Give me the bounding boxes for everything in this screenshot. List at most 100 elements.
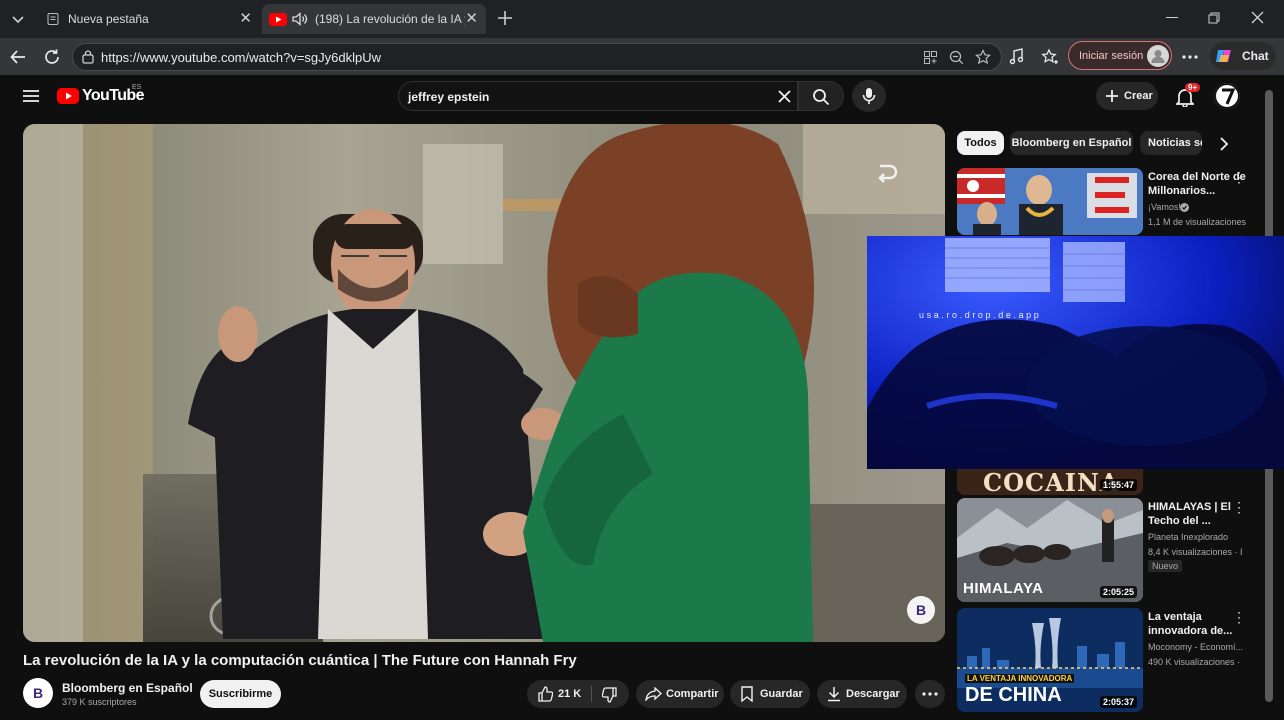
tab-youtube[interactable]: (198) La revolución de la IA y l ✕ xyxy=(262,4,486,34)
video-duration: 1:55:47 xyxy=(1099,479,1137,491)
download-icon xyxy=(828,687,840,702)
video-duration: 2:05:25 xyxy=(1099,586,1137,598)
profile-avatar-icon xyxy=(1147,45,1169,67)
hamburger-menu-icon[interactable] xyxy=(23,89,39,103)
sidebar-more-icon[interactable]: ⋮ xyxy=(1232,499,1246,516)
like-button[interactable]: 21 K xyxy=(527,680,589,708)
channel-avatar[interactable]: B xyxy=(23,678,53,708)
minimize-button[interactable] xyxy=(1166,17,1178,18)
floating-video-overlay[interactable]: usa.ro.drop.de.app xyxy=(867,236,1284,469)
sidebar-views: 1,1 M de visualizaciones xyxy=(1148,217,1246,227)
tab-new-tab[interactable]: Nueva pestaña ✕ xyxy=(36,4,260,34)
sidebar-more-icon[interactable]: ⋮ xyxy=(1232,609,1246,626)
notifications-button[interactable]: 9+ xyxy=(1172,83,1201,110)
favorite-star-icon[interactable] xyxy=(975,49,991,65)
clear-search-icon[interactable] xyxy=(778,90,791,103)
chevron-right-icon[interactable] xyxy=(1218,137,1230,151)
account-avatar[interactable] xyxy=(1214,83,1240,109)
sidebar-more-icon[interactable]: ⋮ xyxy=(1232,169,1246,186)
thumbnail-text: HIMALAYA xyxy=(963,580,1044,597)
chip-bloomberg[interactable]: Bloomberg en Español xyxy=(1010,131,1133,155)
video-player[interactable]: B xyxy=(23,124,945,642)
pip-scene xyxy=(867,236,1284,469)
url-text: https://www.youtube.com/watch?v=sgJy6dkl… xyxy=(101,50,381,65)
share-arrow-icon xyxy=(645,687,662,701)
tab-list-dropdown[interactable] xyxy=(10,11,26,27)
zoom-out-icon[interactable] xyxy=(949,50,964,65)
app-available-icon[interactable] xyxy=(923,50,938,65)
notification-count-badge: 9+ xyxy=(1185,83,1201,92)
search-button[interactable] xyxy=(798,81,844,111)
more-actions-button[interactable] xyxy=(915,680,945,708)
save-button[interactable]: Guardar xyxy=(730,680,810,708)
sidebar-channel[interactable]: Planeta Inexplorado xyxy=(1148,532,1246,542)
youtube-masthead: YouTube ES jeffrey epstein Crear 9+ xyxy=(0,76,1284,122)
pip-caption: usa.ro.drop.de.app xyxy=(919,310,1042,320)
chevron-down-icon xyxy=(12,16,24,24)
site-info-icon[interactable] xyxy=(81,50,95,64)
search-query: jeffrey epstein xyxy=(408,90,490,104)
chip-todos[interactable]: Todos xyxy=(957,131,1004,155)
tab-bar: Nueva pestaña ✕ (198) La revolución de l… xyxy=(0,0,1284,38)
restore-icon xyxy=(1208,12,1220,24)
chip-label: Bloomberg en Español xyxy=(1011,137,1132,149)
channel-watermark[interactable]: B xyxy=(907,596,935,624)
youtube-play-icon xyxy=(57,88,79,104)
page-icon xyxy=(47,13,59,25)
more-menu-icon[interactable] xyxy=(1182,55,1198,59)
video-frame-scene xyxy=(23,124,945,642)
youtube-logo[interactable]: YouTube ES xyxy=(57,84,147,108)
thumbs-up-icon xyxy=(538,686,553,702)
sign-in-label: Iniciar sesión xyxy=(1079,50,1144,62)
like-dislike-group: 21 K xyxy=(527,680,629,708)
media-control-icon[interactable] xyxy=(1008,48,1026,66)
thumbnail-art xyxy=(957,168,1143,235)
video-duration: 2:05:37 xyxy=(1099,696,1137,708)
microphone-icon xyxy=(862,88,876,104)
replay-arrow-icon[interactable] xyxy=(874,160,902,188)
sidebar-thumbnail[interactable]: LA VENTAJA INNOVADORA DE CHINA 2:05:37 xyxy=(957,608,1143,712)
speaker-icon[interactable] xyxy=(291,11,309,27)
dislike-button[interactable] xyxy=(593,680,629,708)
tab-label: (198) La revolución de la IA y l xyxy=(315,12,465,26)
share-button[interactable]: Compartir xyxy=(636,680,724,708)
copilot-chat-button[interactable]: Chat xyxy=(1210,42,1276,70)
create-button[interactable]: Crear xyxy=(1096,82,1158,110)
tab-label: Nueva pestaña xyxy=(68,12,149,26)
new-badge: Nuevo xyxy=(1148,560,1183,572)
back-icon[interactable] xyxy=(9,48,27,66)
sidebar-thumbnail[interactable]: HIMALAYA 2:05:25 xyxy=(957,498,1143,602)
download-button[interactable]: Descargar xyxy=(817,680,907,708)
reload-icon[interactable] xyxy=(43,48,61,66)
favorites-icon[interactable] xyxy=(1041,48,1059,66)
url-bar[interactable]: https://www.youtube.com/watch?v=sgJy6dkl… xyxy=(72,43,1002,71)
restore-button[interactable] xyxy=(1208,12,1220,24)
more-horizontal-icon xyxy=(922,692,938,696)
thumbs-down-icon xyxy=(602,687,617,703)
subscribe-label: Suscribirme xyxy=(208,688,273,700)
sidebar-channel[interactable]: Moconomy - Economí... xyxy=(1148,642,1246,652)
close-tab-icon[interactable]: ✕ xyxy=(239,11,252,27)
chip-label: Todos xyxy=(964,137,997,149)
search-icon xyxy=(813,89,830,106)
close-tab-icon[interactable]: ✕ xyxy=(465,11,478,27)
sign-in-button[interactable]: Iniciar sesión xyxy=(1068,41,1172,70)
bookmark-icon xyxy=(741,686,753,702)
create-label: Crear xyxy=(1124,90,1153,102)
sidebar-views: 8,4 K visualizaciones · I xyxy=(1148,547,1243,557)
sidebar-channel[interactable]: ¡Vamos! xyxy=(1148,202,1246,212)
subscribe-button[interactable]: Suscribirme xyxy=(200,680,281,708)
sidebar-views: 490 K visualizaciones · xyxy=(1148,657,1241,667)
chip-noticias[interactable]: Noticias sc xyxy=(1140,131,1202,155)
download-label: Descargar xyxy=(846,688,900,700)
plus-icon xyxy=(1106,90,1118,102)
voice-search-button[interactable] xyxy=(852,80,886,112)
divider xyxy=(591,686,592,702)
account-logo-icon xyxy=(1214,83,1240,109)
close-window-button[interactable] xyxy=(1251,11,1264,24)
sidebar-thumbnail[interactable] xyxy=(957,168,1143,235)
search-input[interactable]: jeffrey epstein xyxy=(398,81,798,111)
like-count: 21 K xyxy=(558,688,582,700)
new-tab-button[interactable] xyxy=(496,9,514,27)
channel-name[interactable]: Bloomberg en Español xyxy=(62,681,193,695)
